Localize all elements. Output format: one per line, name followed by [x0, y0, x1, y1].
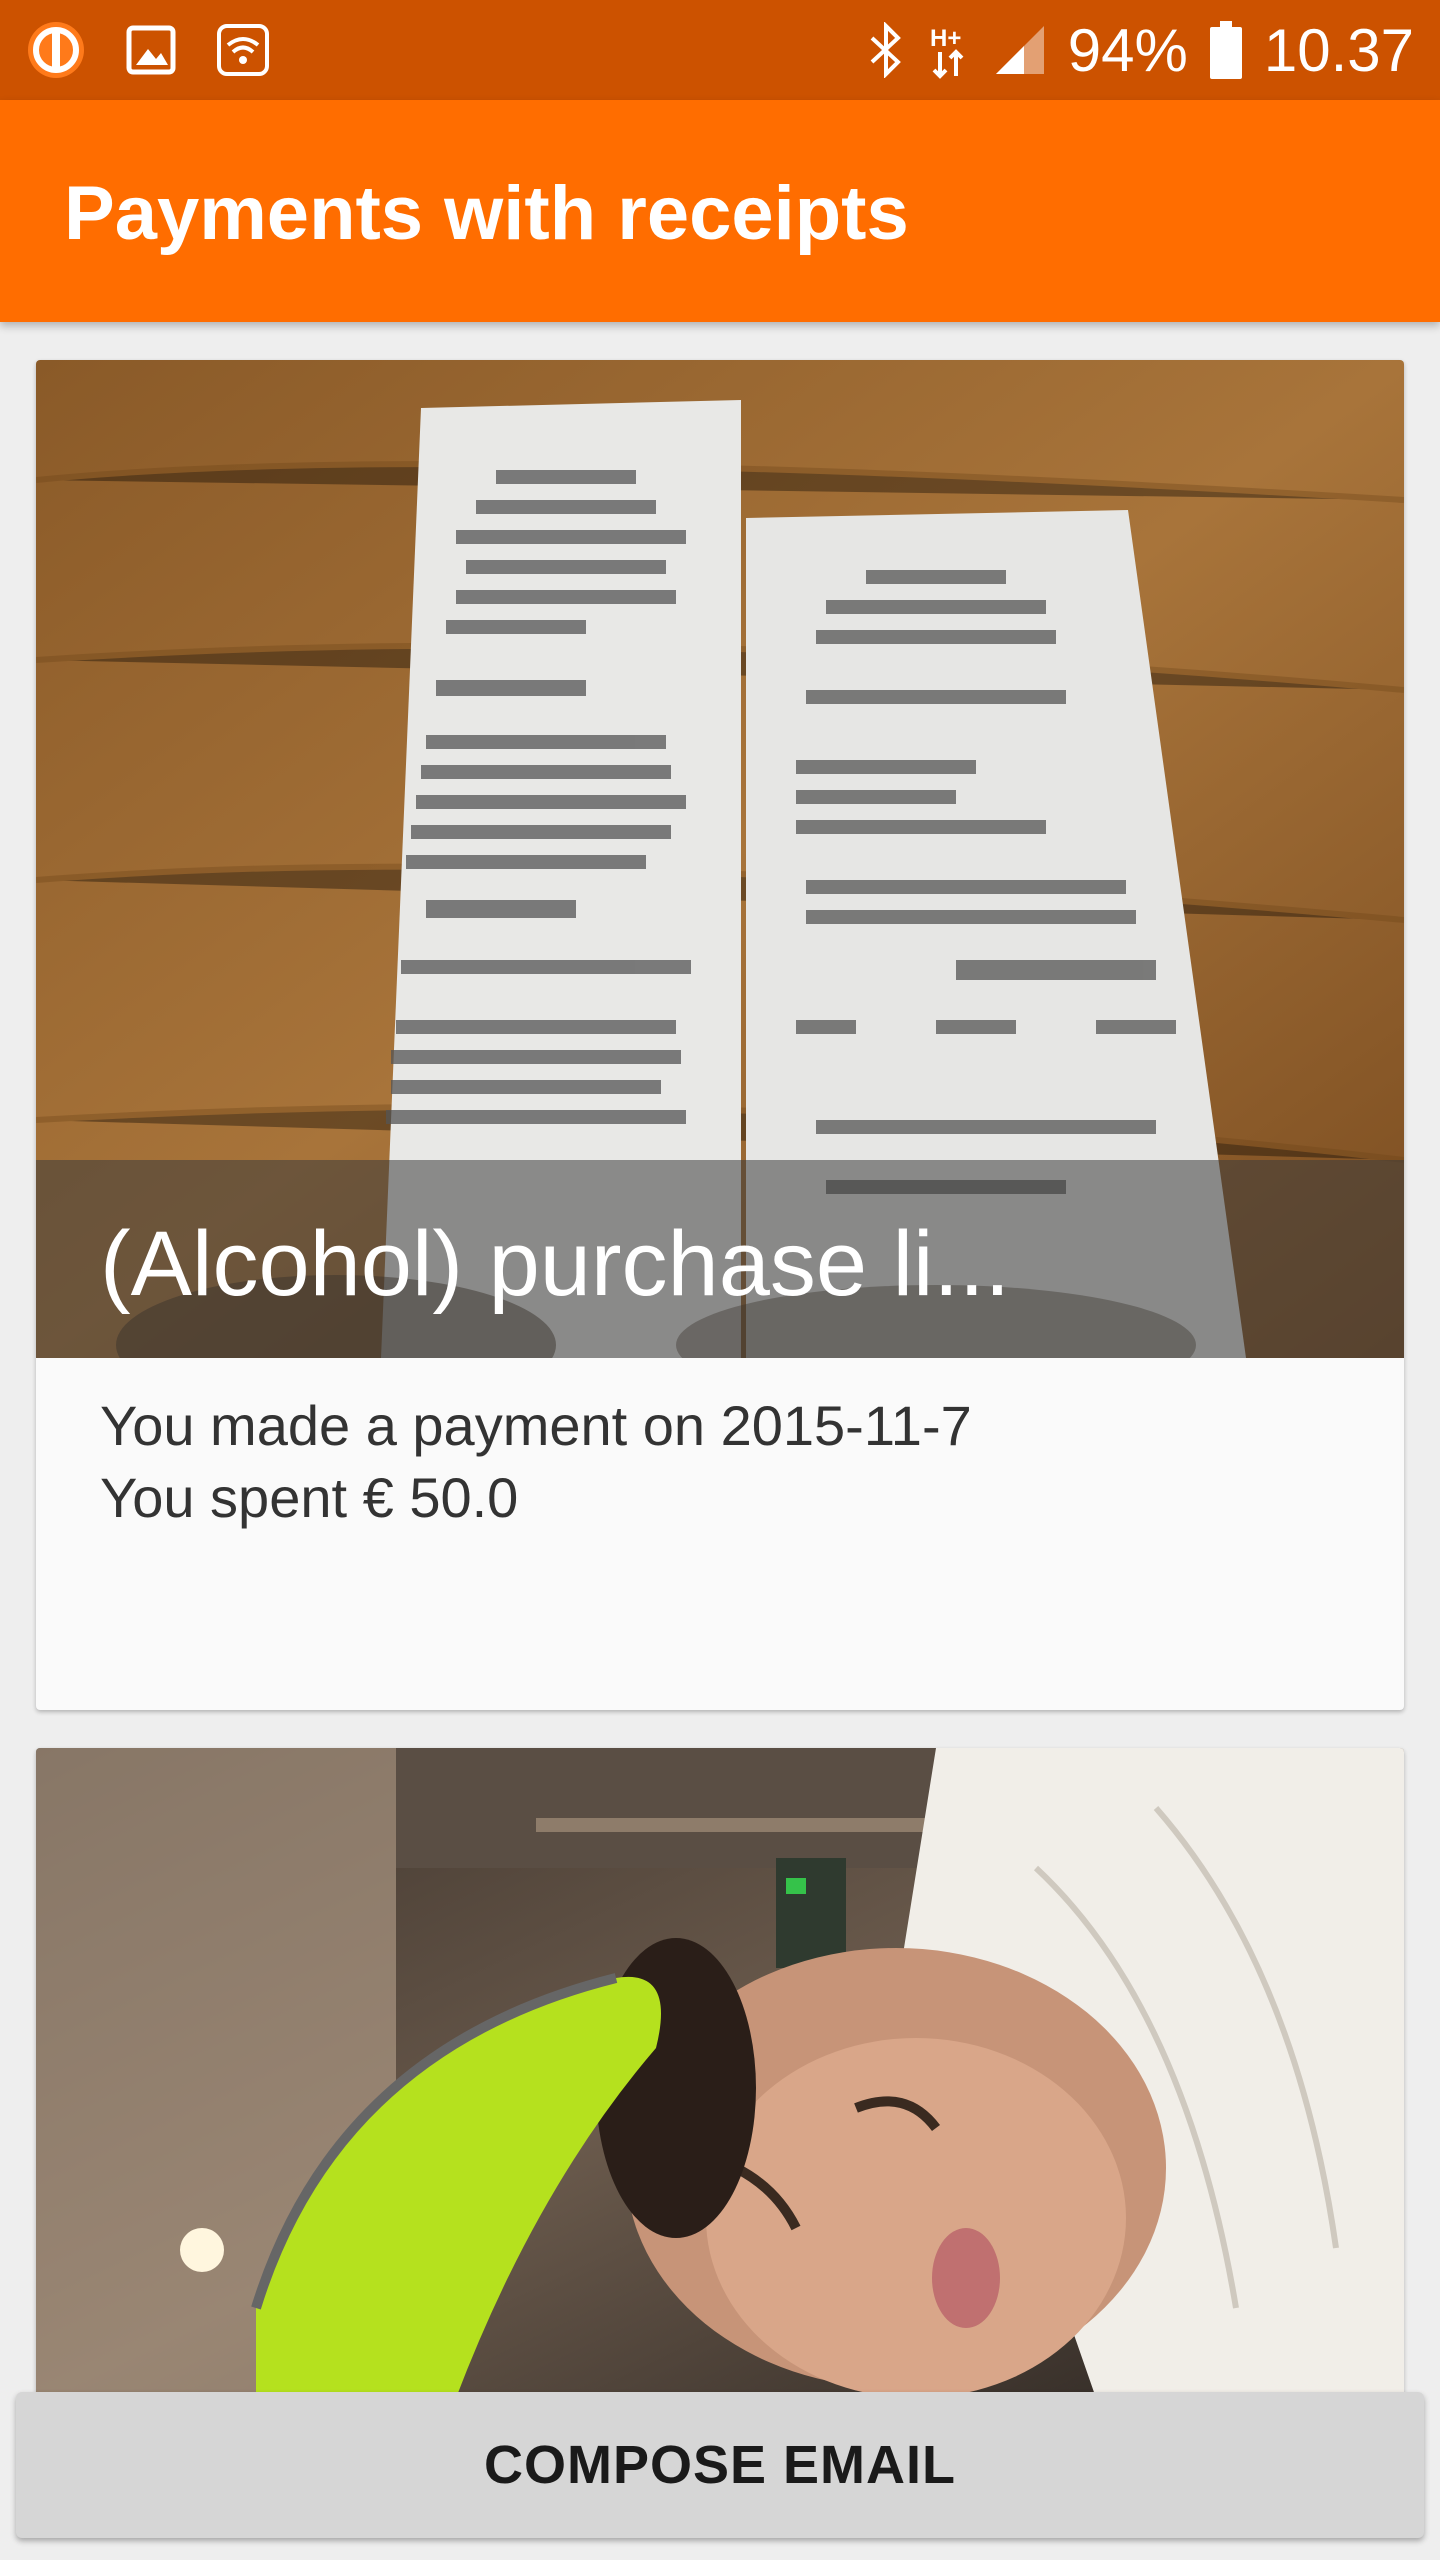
- signal-icon: [994, 24, 1046, 76]
- battery-icon: [1209, 21, 1242, 79]
- page-title: Payments with receipts: [64, 171, 909, 256]
- bluetooth-icon: [866, 22, 906, 78]
- status-bar: H+ 94% 10.37: [0, 0, 1440, 100]
- caption-overlay: (Alcohol) purchase li...: [36, 1160, 1404, 1358]
- payment-date-text: You made a payment on 2015-11-7: [100, 1394, 972, 1457]
- clock: 10.37: [1263, 16, 1414, 84]
- wifi-calling-icon: [216, 23, 270, 77]
- payment-details: You made a payment on 2015-11-7 You spen…: [100, 1390, 972, 1534]
- image-notification-icon: [126, 25, 176, 75]
- app-bar: Payments with receipts: [0, 100, 1440, 322]
- selfie-photo: [36, 1748, 1404, 2398]
- network-type-icon: H+: [928, 20, 972, 80]
- svg-text:H+: H+: [930, 25, 961, 52]
- payment-caption: (Alcohol) purchase li...: [100, 1213, 1011, 1315]
- payment-amount-text: You spent € 50.0: [100, 1466, 519, 1529]
- payment-card[interactable]: [36, 1748, 1404, 2398]
- battery-percent: 94%: [1067, 16, 1188, 84]
- compose-email-button[interactable]: COMPOSE EMAIL: [16, 2392, 1424, 2538]
- app-notification-icon: [26, 20, 86, 80]
- payment-card[interactable]: (Alcohol) purchase li... You made a paym…: [36, 360, 1404, 1710]
